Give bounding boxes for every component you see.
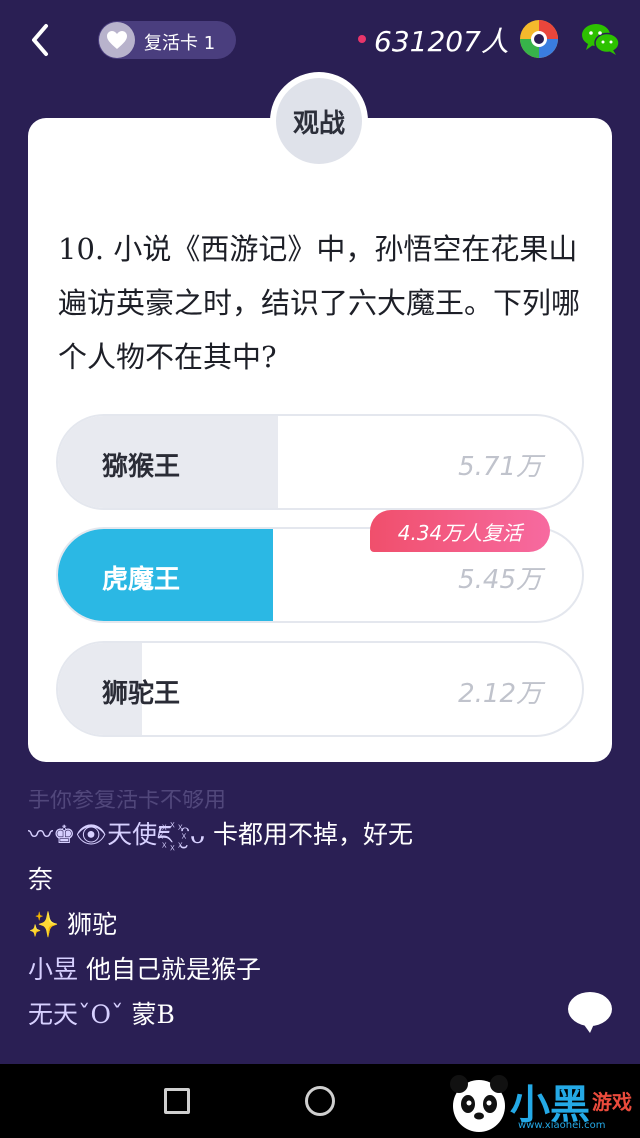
chevron-left-icon (32, 24, 48, 56)
revive-count-tag: 4.34万人复活 (370, 510, 550, 552)
chat-text: 卡都用不掉，好无 (212, 820, 413, 849)
panda-icon (450, 1075, 508, 1132)
answer-option-3[interactable]: 狮驼王 2.12万 (56, 641, 584, 737)
chat-message: 小昱 他自己就是猴子 (28, 947, 608, 992)
option-name: 虎魔王 (102, 565, 181, 595)
wechat-icon[interactable] (580, 18, 622, 60)
chat-text: 蒙B (131, 1000, 175, 1029)
heart-icon (99, 22, 135, 58)
chat-message: 〰♚👁天使ཇ꙰ ᵔ̮ᴗ 卡都用不掉，好无 (28, 812, 608, 857)
chat-text: 他自己就是猴子 (85, 955, 261, 984)
top-bar: 复活卡 1 631207人 (0, 0, 640, 80)
chat-message-faded: 手你参复活卡不够用 (28, 790, 227, 812)
chat-message: 奈 (28, 857, 608, 902)
back-button[interactable] (26, 20, 56, 60)
chat-bubble-icon[interactable] (566, 990, 614, 1034)
option-count: 2.12万 (458, 679, 542, 709)
chat-nickname: ✨ (28, 910, 60, 939)
question-text: 10. 小说《西游记》中，孙悟空在花果山遍访英豪之时，结识了六大魔王。下列哪个人… (58, 232, 581, 374)
option-name: 猕猴王 (102, 452, 181, 482)
chat-message: ✨ 狮驼 (28, 902, 608, 947)
chat-nickname: 小昱 (28, 955, 79, 984)
recent-apps-icon[interactable] (164, 1088, 190, 1114)
revive-card-pill[interactable]: 复活卡 1 (98, 21, 236, 59)
chat-feed: 手你参复活卡不够用 〰♚👁天使ཇ꙰ ᵔ̮ᴗ 卡都用不掉，好无 奈 ✨ 狮驼 小昱… (28, 790, 608, 1037)
revive-card-label: 复活卡 1 (144, 33, 216, 54)
camera-aperture-icon[interactable] (518, 18, 560, 60)
home-icon[interactable] (305, 1086, 335, 1116)
chat-text: 奈 (28, 865, 54, 894)
watermark-logo: 小黑 游戏 www.xiaohei.com (446, 1066, 640, 1138)
viewer-count: 631207人 (374, 25, 509, 58)
option-count: 5.71万 (458, 452, 542, 482)
live-dot-icon (358, 35, 366, 43)
chat-text: 狮驼 (67, 910, 118, 939)
watch-label: 观战 (276, 78, 362, 164)
watch-badge[interactable]: 观战 (270, 72, 368, 170)
chat-nickname: 〰♚👁天使ཇ꙰ ᵔ̮ᴗ (28, 820, 206, 849)
chat-message: 无天ˇOˇ 蒙B (28, 992, 608, 1037)
option-name: 狮驼王 (102, 679, 181, 709)
answer-option-1[interactable]: 猕猴王 5.71万 (56, 414, 584, 510)
watermark-brand-suffix: 游戏 (592, 1090, 632, 1114)
chat-nickname: 无天ˇOˇ (28, 1000, 124, 1029)
option-count: 5.45万 (458, 565, 542, 595)
watermark-url: www.xiaohei.com (518, 1120, 606, 1131)
